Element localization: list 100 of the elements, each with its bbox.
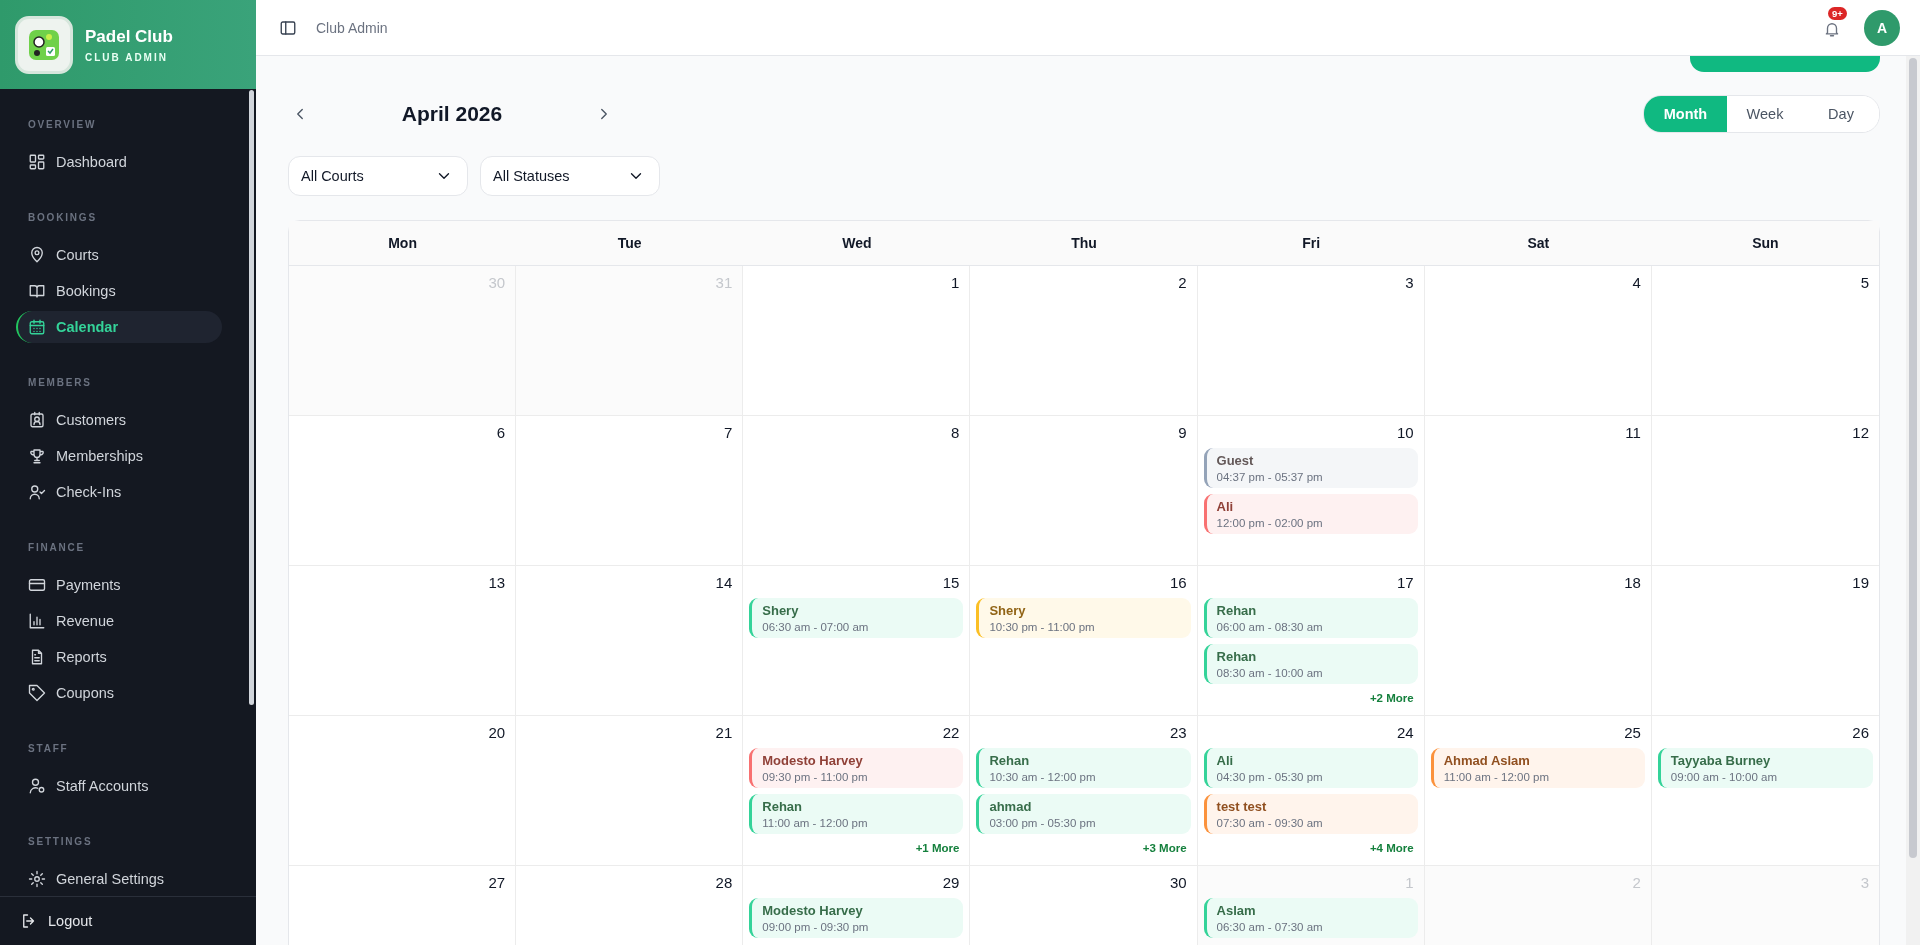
weekday-header: Tue: [516, 221, 744, 266]
day-cell[interactable]: 30: [970, 866, 1198, 945]
booking-event[interactable]: Shery 06:30 am - 07:00 am: [749, 598, 964, 638]
day-cell[interactable]: 9: [970, 416, 1198, 566]
day-number: 24: [1397, 724, 1415, 741]
day-cell[interactable]: 11: [1424, 416, 1652, 566]
day-cell[interactable]: 10 Guest 04:37 pm - 05:37 pm Ali 12:00 pm - 02:00 pm: [1197, 416, 1425, 566]
day-cell[interactable]: 12: [1651, 416, 1879, 566]
day-number: 13: [488, 574, 507, 591]
weekday-header: Wed: [743, 221, 971, 266]
nav-item[interactable]: General Settings: [16, 863, 222, 895]
action-button[interactable]: [1690, 56, 1880, 72]
booking-event[interactable]: Aslam 06:30 am - 07:30 am: [1203, 898, 1418, 938]
day-cell[interactable]: 8: [743, 416, 971, 566]
nav-item[interactable]: Staff Accounts: [16, 770, 222, 802]
day-cell[interactable]: 16 Shery 10:30 pm - 11:00 pm: [970, 566, 1198, 716]
month-title: April 2026: [400, 102, 504, 126]
booking-event[interactable]: Modesto Harvey 09:30 pm - 11:00 pm: [749, 748, 964, 788]
booking-event[interactable]: Guest 04:37 pm - 05:37 pm: [1203, 448, 1418, 488]
booking-event[interactable]: Ali 04:30 pm - 05:30 pm: [1203, 748, 1418, 788]
day-cell[interactable]: 20: [289, 716, 517, 866]
day-number: 1: [951, 274, 961, 291]
day-cell[interactable]: 19: [1651, 566, 1879, 716]
event-name: Rehan: [1216, 649, 1258, 664]
nav-item[interactable]: Customers: [16, 404, 222, 436]
booking-event[interactable]: Ahmad Aslam 11:00 am - 12:00 pm: [1430, 748, 1645, 788]
more-link[interactable]: +2 More: [1369, 692, 1418, 704]
booking-event[interactable]: Rehan 08:30 am - 10:00 am: [1203, 644, 1418, 684]
day-cell[interactable]: 22 Modesto Harvey 09:30 pm - 11:00 pm Rehan 11:00 am - 12:00 pm +1 More: [743, 716, 971, 866]
day-cell[interactable]: 28: [516, 866, 744, 945]
more-link[interactable]: +4 More: [1369, 842, 1418, 854]
event-name: test test: [1216, 799, 1268, 814]
day-cell[interactable]: 23 Rehan 10:30 am - 12:00 pm ahmad 03:00 pm - 05:30 pm +3 More: [970, 716, 1198, 866]
day-cell[interactable]: 29 Modesto Harvey 09:00 pm - 09:30 pm: [743, 866, 971, 945]
booking-event[interactable]: Shery 10:30 pm - 11:00 pm: [976, 598, 1191, 638]
filter-dropdown[interactable]: All Courts: [288, 156, 468, 196]
section-label: FINANCE: [27, 541, 87, 555]
booking-event[interactable]: test test 07:30 am - 09:30 am: [1203, 794, 1418, 834]
day-number: 29: [942, 874, 961, 891]
event-name: Modesto Harvey: [762, 753, 864, 768]
day-cell[interactable]: 26 Tayyaba Burney 09:00 am - 10:00 am: [1651, 716, 1879, 866]
day-number: 10: [1397, 424, 1415, 441]
nav-item[interactable]: Dashboard: [16, 146, 222, 178]
booking-event[interactable]: Rehan 11:00 am - 12:00 pm: [749, 794, 964, 834]
booking-event[interactable]: ahmad 03:00 pm - 05:30 pm: [976, 794, 1191, 834]
booking-event[interactable]: Rehan 10:30 am - 12:00 pm: [976, 748, 1191, 788]
more-link[interactable]: +3 More: [1142, 842, 1191, 854]
day-number: 26: [1852, 724, 1870, 741]
day-cell[interactable]: 14: [516, 566, 744, 716]
day-cell[interactable]: 27: [289, 866, 517, 945]
day-cell[interactable]: 4: [1424, 266, 1652, 416]
nav-item[interactable]: Coupons: [16, 677, 222, 709]
scrollbar-thumb[interactable]: [249, 90, 254, 705]
day-cell[interactable]: 25 Ahmad Aslam 11:00 am - 12:00 pm: [1424, 716, 1652, 866]
day-cell[interactable]: 17 Rehan 06:00 am - 08:30 am Rehan 08:30 am - 10:00 am +2 More: [1197, 566, 1425, 716]
booking-event[interactable]: Modesto Harvey 09:00 pm - 09:30 pm: [749, 898, 964, 938]
nav-item[interactable]: Courts: [16, 239, 222, 271]
day-cell[interactable]: 7: [516, 416, 744, 566]
user-gear-icon: [28, 777, 46, 795]
tag-icon: [28, 684, 46, 702]
day-cell[interactable]: 18: [1424, 566, 1652, 716]
nav-item[interactable]: Bookings: [16, 275, 222, 307]
nav-item[interactable]: Memberships: [16, 440, 222, 472]
nav-item[interactable]: Check-Ins: [16, 476, 222, 508]
day-cell[interactable]: 21: [516, 716, 744, 866]
weekday-header: Thu: [970, 221, 1198, 266]
nav-item[interactable]: Reports: [16, 641, 222, 673]
event-name: Guest: [1216, 453, 1255, 468]
booking-event[interactable]: Rehan 06:00 am - 08:30 am: [1203, 598, 1418, 638]
user-check-icon: [28, 483, 46, 501]
nav-item[interactable]: Revenue: [16, 605, 222, 637]
day-cell[interactable]: 13: [289, 566, 517, 716]
breadcrumb: Club Admin: [316, 19, 388, 36]
day-cell[interactable]: 1: [743, 266, 971, 416]
day-cell[interactable]: 24 Ali 04:30 pm - 05:30 pm test test 07:30 am - 09:30 am +4 More: [1197, 716, 1425, 866]
event-name: Shery: [762, 603, 800, 618]
event-time: 09:00 pm - 09:30 pm: [762, 921, 870, 933]
day-number: 28: [715, 874, 734, 891]
more-link[interactable]: +1 More: [915, 842, 964, 854]
day-number: 12: [1852, 424, 1870, 441]
day-cell[interactable]: 6: [289, 416, 517, 566]
nav-item[interactable]: Payments: [16, 569, 222, 601]
nav-item[interactable]: Calendar: [16, 311, 222, 343]
day-cell[interactable]: 3: [1197, 266, 1425, 416]
day-cell[interactable]: 5: [1651, 266, 1879, 416]
scrollbar-thumb[interactable]: [1909, 58, 1917, 858]
dashboard-icon: [28, 153, 46, 171]
booking-event[interactable]: Ali 12:00 pm - 02:00 pm: [1203, 494, 1418, 534]
day-number: 20: [488, 724, 507, 741]
credit-card-icon: [28, 576, 46, 594]
booking-event[interactable]: Tayyaba Burney 09:00 am - 10:00 am: [1657, 748, 1873, 788]
user-avatar[interactable]: A: [1864, 9, 1900, 46]
event-time: 10:30 pm - 11:00 pm: [989, 621, 1096, 633]
event-time: 09:30 pm - 11:00 pm: [762, 771, 869, 783]
book-icon: [28, 282, 46, 300]
day-number: 7: [723, 424, 734, 441]
filter-dropdown[interactable]: All Statuses: [480, 156, 660, 196]
day-number: 19: [1852, 574, 1870, 591]
day-cell[interactable]: 2: [970, 266, 1198, 416]
day-cell[interactable]: 15 Shery 06:30 am - 07:00 am: [743, 566, 971, 716]
